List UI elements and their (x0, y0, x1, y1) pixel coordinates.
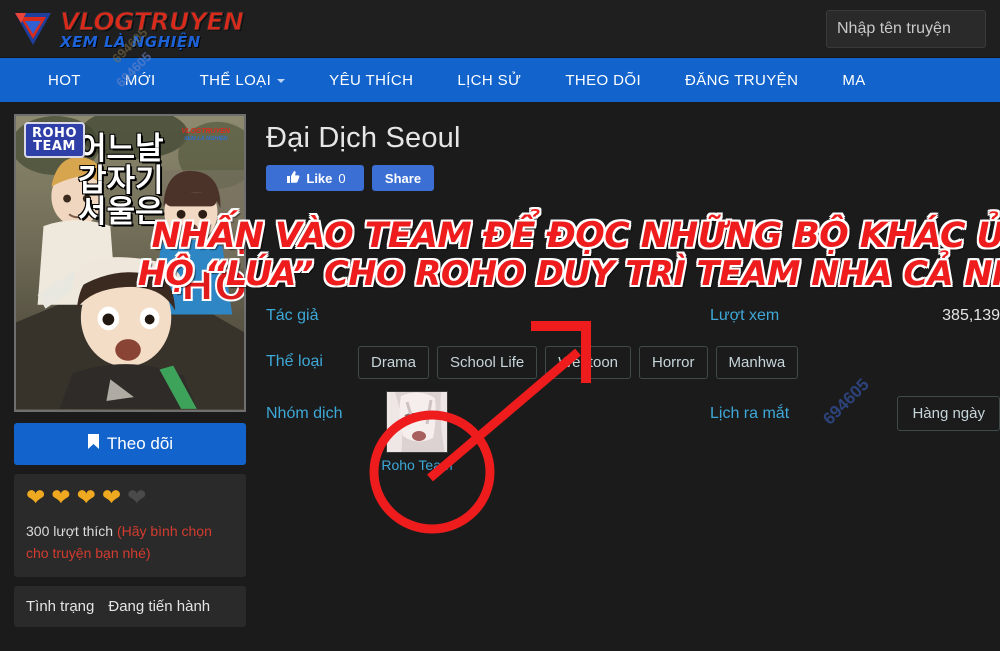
nav-label: MỚI (124, 71, 156, 89)
team-avatar-art (387, 392, 447, 452)
logo-title: VLOGTRUYEN (59, 7, 244, 36)
nav-item-hot[interactable]: HOT (0, 58, 103, 102)
page-content: ROHO TEAM 어느날 갑자기 서울은 VLOGTRUYEN XEM LÀ … (0, 102, 1000, 628)
facebook-like-button[interactable]: Like 0 (266, 165, 364, 191)
page-title: Đại Dịch Seoul (266, 122, 461, 154)
genre-tag-drama[interactable]: Drama (358, 345, 430, 379)
views-value: 385,139 (942, 307, 1000, 324)
genre-tag-manhwa[interactable]: Manhwa (715, 345, 799, 379)
heart-rating[interactable]: ❤ ❤ ❤ ❤ ❤ (26, 486, 234, 509)
heart-icon-3[interactable]: ❤ (77, 486, 96, 509)
facebook-share-button[interactable]: Share (372, 165, 434, 191)
logo-mark-icon (12, 9, 54, 49)
social-buttons: Like 0 Share (266, 165, 1000, 191)
nav-label: THEO DÕI (565, 71, 642, 89)
chevron-down-icon (277, 79, 286, 83)
rating-card: ❤ ❤ ❤ ❤ ❤ 300 lượt thích (Hãy bình chọn … (14, 474, 246, 578)
status-label: Tình trạng (26, 598, 95, 616)
site-header: VLOGTRUYEN XEM LÀ NGHIỆN Nhập tên truyện (0, 0, 1000, 58)
search-input[interactable]: Nhập tên truyện (826, 9, 986, 48)
heart-icon-1[interactable]: ❤ (26, 486, 45, 509)
nav-item-lich-su[interactable]: LỊCH SỬ (435, 58, 543, 102)
like-summary: 300 lượt thích (Hãy bình chọn cho truyện… (26, 521, 234, 564)
schedule-badge[interactable]: Hàng ngày (897, 396, 1000, 431)
genre-tag-list: Drama School Life Webtoon Horror Manhwa (358, 345, 799, 379)
team-row: Nhóm dịch Roho Team Lịch ra mắt Hàng ngà… (266, 391, 1000, 473)
cover-korean-title: 어느날 갑자기 서울은 (78, 131, 164, 231)
korean-line-2: 갑자기 (78, 162, 164, 199)
nav-item-ma[interactable]: MA (820, 58, 887, 102)
genre-tag-horror[interactable]: Horror (639, 345, 708, 379)
cover-art-text-2: HO (180, 263, 246, 311)
nav-label: ĐĂNG TRUYỆN (685, 71, 799, 89)
like-label: Like (306, 170, 333, 186)
translation-team[interactable]: Roho Team (380, 391, 454, 473)
left-sidebar: ROHO TEAM 어느날 갑자기 서울은 VLOGTRUYEN XEM LÀ … (14, 114, 246, 628)
like-count: 0 (338, 170, 346, 186)
share-label: Share (384, 170, 422, 186)
site-logo[interactable]: VLOGTRUYEN XEM LÀ NGHIỆN (12, 7, 244, 51)
main-navigation: HOT MỚI THỂ LOẠI YÊU THÍCH LỊCH SỬ THEO … (0, 58, 1000, 102)
nav-label: MA (842, 71, 866, 89)
follow-button[interactable]: Theo dõi (14, 423, 246, 465)
nav-label: THỂ LOẠI (199, 71, 272, 89)
cover-watermark-sub: XEM LÀ NGHIỆN (183, 135, 228, 142)
like-count-text: 300 lượt thích (26, 523, 114, 539)
schedule-value-wrap: Hàng ngày (860, 396, 1000, 431)
korean-line-1: 어느날 (78, 131, 164, 167)
team-name: Roho Team (381, 457, 453, 473)
nav-label: YÊU THÍCH (329, 71, 414, 89)
views-label: Lượt xem (710, 307, 780, 324)
badge-line-2: TEAM (33, 139, 76, 154)
heart-icon-2[interactable]: ❤ (51, 486, 70, 509)
thumbs-up-icon (286, 170, 300, 187)
main-details: Đại Dịch Seoul Like 0 Share Tác giả Lượt… (266, 114, 1000, 627)
author-row: Tác giả Lượt xem 385,139 (266, 297, 1000, 335)
team-avatar (386, 391, 448, 453)
nav-label: LỊCH SỬ (457, 71, 522, 89)
nav-item-theo-doi[interactable]: THEO DÕI (543, 58, 663, 102)
cover-site-watermark: VLOGTRUYEN XEM LÀ NGHIỆN (181, 128, 230, 142)
genre-label: Thể loại (266, 353, 323, 370)
nav-item-yeu-thich[interactable]: YÊU THÍCH (307, 58, 435, 102)
genre-row: Thể loại Drama School Life Webtoon Horro… (266, 343, 1000, 381)
nav-item-dang-truyen[interactable]: ĐĂNG TRUYỆN (663, 58, 820, 102)
cover-watermark-title: VLOGTRUYEN (181, 128, 230, 135)
heart-icon-5[interactable]: ❤ (127, 486, 146, 509)
nav-label: HOT (48, 71, 81, 89)
genre-tag-school-life[interactable]: School Life (437, 345, 538, 379)
team-label: Nhóm dịch (266, 405, 343, 422)
korean-line-3: 서울은 (78, 194, 164, 231)
cover-art-text-1: I (234, 223, 244, 265)
heart-icon-4[interactable]: ❤ (102, 486, 121, 509)
follow-label: Theo dõi (106, 434, 174, 453)
comic-cover-image[interactable]: ROHO TEAM 어느날 갑자기 서울은 VLOGTRUYEN XEM LÀ … (14, 114, 246, 412)
author-label: Tác giả (266, 307, 319, 324)
nav-item-moi[interactable]: MỚI (103, 58, 178, 102)
logo-subtitle: XEM LÀ NGHIỆN (60, 33, 201, 51)
genre-tag-webtoon[interactable]: Webtoon (545, 345, 631, 379)
nav-item-the-loai[interactable]: THỂ LOẠI (178, 58, 308, 102)
metadata-block: Tác giả Lượt xem 385,139 Thể loại Drama … (266, 297, 1000, 473)
roho-team-badge: ROHO TEAM (24, 122, 85, 158)
status-badge: Đang tiến hành (108, 598, 211, 616)
status-card: Tình trạng Đang tiến hành (14, 586, 246, 628)
bookmark-icon (87, 433, 100, 455)
schedule-label: Lịch ra mắt (710, 405, 790, 422)
